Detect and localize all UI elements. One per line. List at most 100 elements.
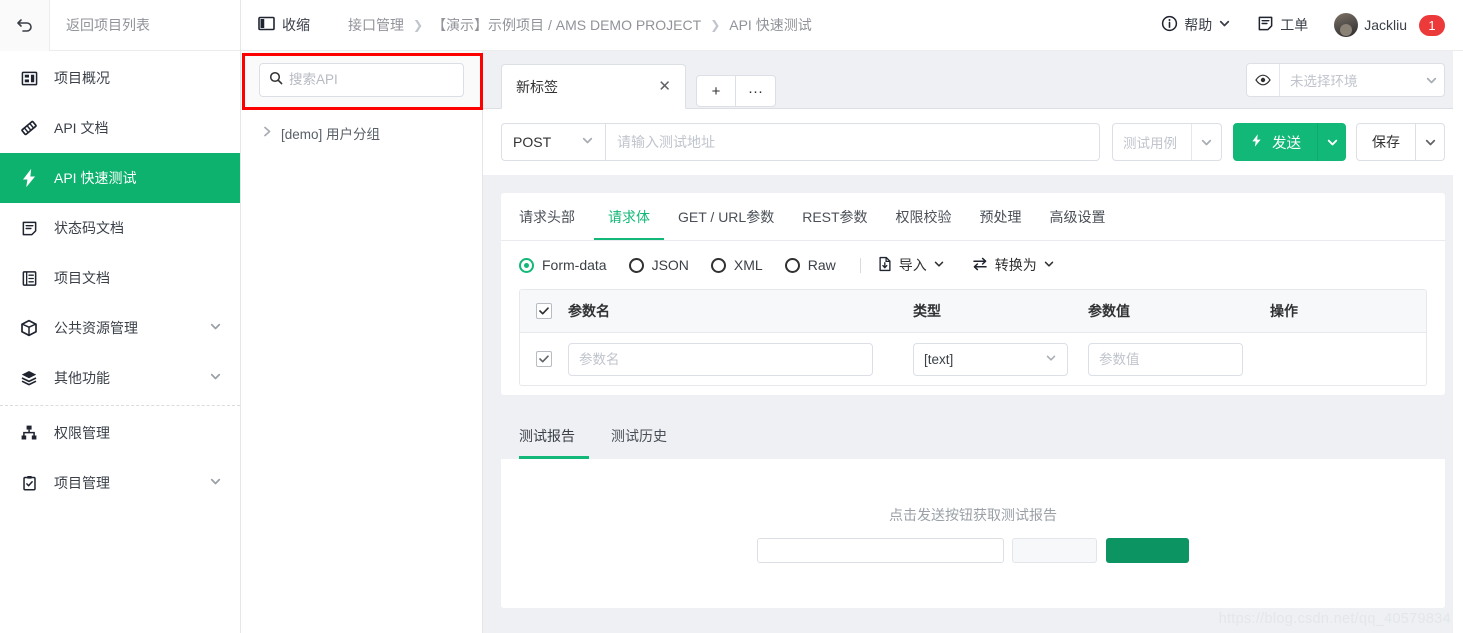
http-method-select[interactable]: POST bbox=[501, 123, 606, 161]
sidebar-item-status-code-doc[interactable]: 状态码文档 bbox=[0, 203, 240, 253]
tab-rest-params[interactable]: REST参数 bbox=[788, 193, 881, 240]
panel-collapse-icon bbox=[258, 16, 275, 34]
report-secondary-button[interactable] bbox=[1012, 537, 1097, 563]
tab-request-headers[interactable]: 请求头部 bbox=[519, 193, 589, 240]
back-label: 返回项目列表 bbox=[66, 17, 150, 33]
send-button[interactable]: 发送 bbox=[1233, 123, 1317, 161]
send-dropdown-button[interactable] bbox=[1317, 123, 1346, 161]
testcase-select[interactable]: 测试用例 bbox=[1112, 123, 1222, 161]
import-button[interactable]: 导入 bbox=[877, 255, 945, 275]
param-type-select[interactable]: [text] bbox=[913, 342, 1068, 376]
lightning-icon bbox=[1249, 133, 1264, 152]
radio-form-data[interactable]: Form-data bbox=[519, 257, 607, 273]
param-value-input[interactable] bbox=[1088, 342, 1243, 376]
tree-node[interactable]: [demo] 用户分组 bbox=[241, 118, 482, 148]
tab-more-button[interactable]: ··· bbox=[736, 75, 776, 107]
chevron-down-icon bbox=[1218, 17, 1231, 33]
sidebar-item-permission[interactable]: 权限管理 bbox=[0, 408, 240, 458]
main-content: 新标签 ✕ + ··· 未选择环境 POST 请输入测试地址 测试用例 发送 保… bbox=[483, 51, 1463, 633]
chevron-down-icon bbox=[581, 134, 594, 150]
request-tabstrip: 新标签 ✕ + ··· 未选择环境 bbox=[483, 51, 1463, 109]
ticket-label: 工单 bbox=[1280, 17, 1309, 33]
param-name-cell bbox=[568, 342, 913, 376]
search-box[interactable] bbox=[259, 62, 464, 97]
tab-preprocess[interactable]: 预处理 bbox=[966, 193, 1036, 240]
report-primary-button[interactable] bbox=[1106, 537, 1189, 563]
convert-button[interactable]: 转换为 bbox=[971, 255, 1055, 275]
breadcrumb-item-1[interactable]: 【演示】示例项目 / AMS DEMO PROJECT bbox=[432, 15, 701, 35]
report-input[interactable] bbox=[757, 537, 1004, 563]
table-row: [text] bbox=[520, 333, 1426, 385]
chevron-right-icon[interactable] bbox=[263, 126, 272, 140]
sidebar-item-other-functions[interactable]: 其他功能 bbox=[0, 353, 240, 403]
url-input[interactable] bbox=[606, 123, 1100, 161]
ticket-icon bbox=[1257, 15, 1274, 35]
param-name-input[interactable] bbox=[568, 342, 873, 376]
api-tree: [demo] 用户分组 bbox=[241, 108, 482, 148]
sidebar: 返回项目列表 项目概况 API 文档 API 快速测试 状态码文档 项目文档 公… bbox=[0, 0, 241, 633]
sidebar-item-api-quick-test[interactable]: API 快速测试 bbox=[0, 153, 240, 203]
select-all-checkbox[interactable] bbox=[520, 303, 568, 319]
report-tabs: 测试报告 测试历史 bbox=[501, 413, 1445, 459]
api-test-page: 返回项目列表 项目概况 API 文档 API 快速测试 状态码文档 项目文档 公… bbox=[0, 0, 1463, 633]
ticket-button[interactable]: 工单 bbox=[1257, 15, 1308, 35]
sidebar-item-project-management[interactable]: 项目管理 bbox=[0, 458, 240, 508]
breadcrumb-item-2: API 快速测试 bbox=[729, 17, 812, 33]
chevron-down-icon bbox=[209, 475, 222, 491]
dashboard-icon bbox=[18, 67, 40, 89]
request-card: 请求头部 请求体 GET / URL参数 REST参数 权限校验 预处理 高级设… bbox=[501, 193, 1445, 395]
radio-raw[interactable]: Raw bbox=[784, 257, 836, 273]
tab-advanced-settings[interactable]: 高级设置 bbox=[1036, 193, 1120, 240]
help-menu[interactable]: 帮助 bbox=[1161, 15, 1231, 35]
sidebar-item-api-doc[interactable]: API 文档 bbox=[0, 103, 240, 153]
save-dropdown-button[interactable] bbox=[1416, 123, 1445, 161]
tab-auth[interactable]: 权限校验 bbox=[882, 193, 966, 240]
info-circle-icon bbox=[1161, 15, 1178, 35]
sidebar-item-label: 公共资源管理 bbox=[54, 320, 138, 336]
tag-icon bbox=[18, 117, 40, 139]
row-checkbox[interactable] bbox=[520, 351, 568, 367]
chevron-down-icon bbox=[209, 370, 222, 386]
breadcrumb-item-0[interactable]: 接口管理 bbox=[348, 15, 404, 35]
report-card: 测试报告 测试历史 点击发送按钮获取测试报告 bbox=[501, 413, 1445, 608]
lightning-icon bbox=[18, 167, 40, 189]
sidebar-divider bbox=[0, 405, 240, 406]
sidebar-item-project-doc[interactable]: 项目文档 bbox=[0, 253, 240, 303]
send-group: 发送 bbox=[1233, 123, 1346, 161]
search-input[interactable] bbox=[289, 72, 454, 87]
import-icon bbox=[877, 256, 893, 275]
topbar-right: 帮助 工单 Jackliu 1 bbox=[1135, 13, 1463, 37]
sidebar-item-label: 其他功能 bbox=[54, 370, 110, 386]
add-tab-button[interactable]: + bbox=[696, 75, 736, 107]
collapse-sidebar-button[interactable]: 收缩 bbox=[258, 15, 310, 35]
tab-test-report[interactable]: 测试报告 bbox=[519, 414, 589, 459]
notification-badge[interactable]: 1 bbox=[1419, 14, 1445, 36]
column-header-param-name: 参数名 bbox=[568, 303, 610, 319]
radio-json[interactable]: JSON bbox=[628, 257, 689, 273]
sidebar-item-project-overview[interactable]: 项目概况 bbox=[0, 53, 240, 103]
http-method-value: POST bbox=[513, 134, 552, 150]
environment-select[interactable]: 未选择环境 bbox=[1246, 63, 1445, 97]
request-tab[interactable]: 新标签 ✕ bbox=[501, 64, 686, 109]
layers-icon bbox=[18, 367, 40, 389]
radio-xml[interactable]: XML bbox=[710, 257, 763, 273]
chevron-down-icon[interactable] bbox=[1418, 74, 1444, 87]
user-menu[interactable]: Jackliu bbox=[1334, 13, 1407, 37]
tab-request-body[interactable]: 请求体 bbox=[594, 193, 664, 240]
param-value-cell bbox=[1088, 342, 1270, 376]
book-icon bbox=[18, 267, 40, 289]
back-arrow-icon[interactable] bbox=[0, 0, 50, 51]
column-header-param-value: 参数值 bbox=[1088, 303, 1130, 319]
divider bbox=[859, 257, 861, 273]
params-table-header: 参数名 类型 参数值 操作 bbox=[520, 290, 1426, 333]
back-to-project-list[interactable]: 返回项目列表 bbox=[0, 0, 240, 51]
right-edge-gap bbox=[1453, 51, 1463, 633]
sidebar-item-public-resource[interactable]: 公共资源管理 bbox=[0, 303, 240, 353]
save-button[interactable]: 保存 bbox=[1356, 123, 1416, 161]
collapse-label: 收缩 bbox=[282, 17, 310, 33]
close-icon[interactable]: ✕ bbox=[658, 79, 671, 94]
tab-test-history[interactable]: 测试历史 bbox=[597, 414, 681, 459]
eye-icon[interactable] bbox=[1247, 64, 1280, 96]
chevron-down-icon[interactable] bbox=[1191, 124, 1221, 160]
tab-get-url-params[interactable]: GET / URL参数 bbox=[664, 193, 788, 240]
